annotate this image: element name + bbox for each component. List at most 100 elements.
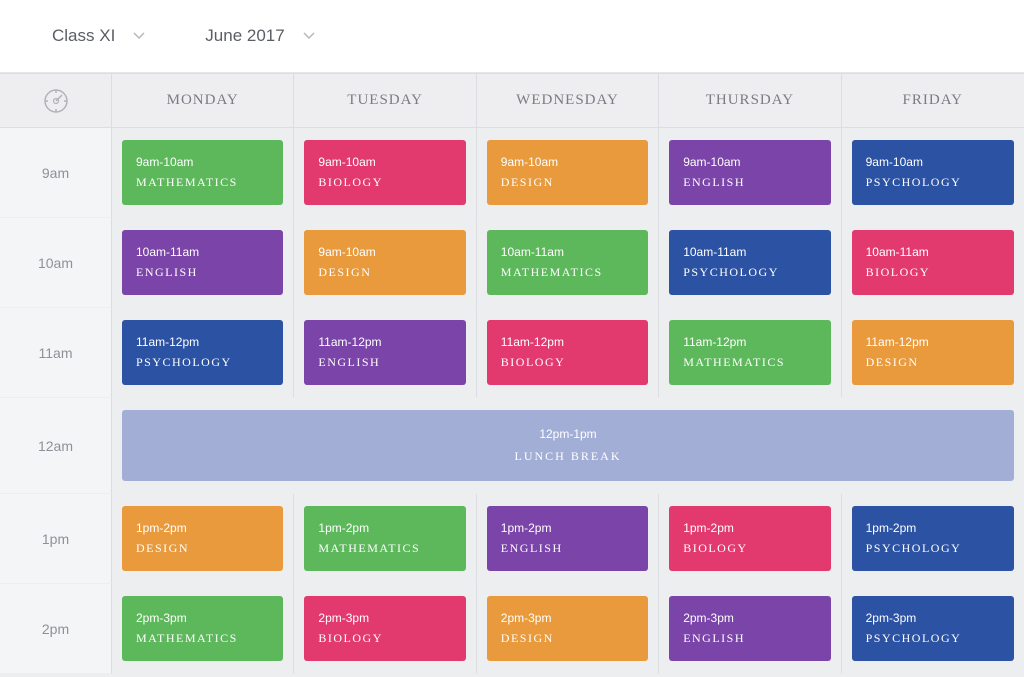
timetable-slot[interactable]: 9am-10am BIOLOGY bbox=[294, 128, 476, 218]
timetable-slot[interactable]: 11am-12pm PSYCHOLOGY bbox=[112, 308, 294, 398]
subject-card: 2pm-3pm BIOLOGY bbox=[304, 596, 465, 661]
timetable-slot[interactable]: 11am-12pmBIOLOGY bbox=[477, 308, 659, 398]
subject-card: 9am-10amDESIGN bbox=[304, 230, 465, 295]
slot-subject: ENGLISH bbox=[683, 631, 816, 646]
timetable-slot[interactable]: 1pm-2pmDESIGN bbox=[112, 494, 294, 584]
lunch-time: 12pm-1pm bbox=[539, 427, 596, 441]
subject-card: 1pm-2pmENGLISH bbox=[487, 506, 648, 571]
slot-time: 10am-11am bbox=[501, 245, 634, 259]
chevron-down-icon bbox=[133, 30, 145, 42]
slot-subject: ENGLISH bbox=[683, 175, 816, 190]
slot-time: 9am-10am bbox=[683, 155, 816, 169]
timetable-slot[interactable]: 2pm-3pm DESIGN bbox=[477, 584, 659, 674]
slot-subject: DESIGN bbox=[501, 631, 634, 646]
slot-time: 2pm-3pm bbox=[866, 611, 1000, 625]
timetable-slot[interactable]: 9am-10amPSYCHOLOGY bbox=[842, 128, 1024, 218]
timetable-slot[interactable]: 10am-11am ENGLISH bbox=[112, 218, 294, 308]
slot-time: 2pm-3pm bbox=[318, 611, 451, 625]
slot-time: 9am-10am bbox=[318, 155, 451, 169]
slot-subject: DESIGN bbox=[501, 175, 634, 190]
slot-time: 10am-11am bbox=[683, 245, 816, 259]
slot-time: 10am-11am bbox=[136, 245, 269, 259]
timetable-slot[interactable]: 1pm-2pm BIOLOGY bbox=[659, 494, 841, 584]
timetable-slot[interactable]: 11am-12pm MATHEMATICS bbox=[659, 308, 841, 398]
timetable-grid: MONDAYTUESDAYWEDNESDAYTHURSDAYFRIDAY9am9… bbox=[0, 73, 1024, 674]
slot-subject: BIOLOGY bbox=[866, 265, 1000, 280]
class-dropdown[interactable]: Class XI bbox=[52, 26, 145, 46]
chevron-down-icon bbox=[303, 30, 315, 42]
subject-card: 9am-10amPSYCHOLOGY bbox=[852, 140, 1014, 205]
lunch-slot[interactable]: 12pm-1pm LUNCH BREAK bbox=[112, 398, 1024, 494]
slot-time: 2pm-3pm bbox=[683, 611, 816, 625]
timetable-slot[interactable]: 1pm-2pmMATHEMATICS bbox=[294, 494, 476, 584]
slot-time: 9am-10am bbox=[318, 245, 451, 259]
subject-card: 1pm-2pm PSYCHOLOGY bbox=[852, 506, 1014, 571]
day-header: WEDNESDAY bbox=[477, 74, 659, 128]
timetable-slot[interactable]: 2pm-3pm PSYCHOLOGY bbox=[842, 584, 1024, 674]
lunch-label: LUNCH BREAK bbox=[514, 449, 621, 464]
slot-subject: PSYCHOLOGY bbox=[683, 265, 816, 280]
slot-subject: PSYCHOLOGY bbox=[866, 175, 1000, 190]
subject-card: 10am-11am BIOLOGY bbox=[852, 230, 1014, 295]
slot-subject: DESIGN bbox=[136, 541, 269, 556]
slot-time: 9am-10am bbox=[501, 155, 634, 169]
slot-subject: ENGLISH bbox=[318, 355, 451, 370]
compass-icon bbox=[0, 74, 112, 128]
slot-subject: MATHEMATICS bbox=[136, 175, 269, 190]
slot-time: 2pm-3pm bbox=[501, 611, 634, 625]
time-label: 2pm bbox=[0, 584, 112, 674]
timetable-slot[interactable]: 9am-10amMATHEMATICS bbox=[112, 128, 294, 218]
month-dropdown[interactable]: June 2017 bbox=[205, 26, 314, 46]
subject-card: 9am-10am BIOLOGY bbox=[304, 140, 465, 205]
slot-subject: ENGLISH bbox=[136, 265, 269, 280]
slot-subject: MATHEMATICS bbox=[683, 355, 816, 370]
slot-subject: PSYCHOLOGY bbox=[866, 631, 1000, 646]
slot-subject: BIOLOGY bbox=[318, 175, 451, 190]
month-dropdown-label: June 2017 bbox=[205, 26, 284, 46]
timetable-slot[interactable]: 1pm-2pm PSYCHOLOGY bbox=[842, 494, 1024, 584]
class-dropdown-label: Class XI bbox=[52, 26, 115, 46]
slot-time: 1pm-2pm bbox=[683, 521, 816, 535]
slot-time: 11am-12pm bbox=[683, 335, 816, 349]
slot-time: 2pm-3pm bbox=[136, 611, 269, 625]
slot-time: 11am-12pm bbox=[501, 335, 634, 349]
subject-card: 11am-12pm MATHEMATICS bbox=[669, 320, 830, 385]
lunch-card: 12pm-1pm LUNCH BREAK bbox=[122, 410, 1014, 481]
timetable-slot[interactable]: 9am-10am DESIGN bbox=[477, 128, 659, 218]
slot-subject: MATHEMATICS bbox=[318, 541, 451, 556]
slot-time: 1pm-2pm bbox=[866, 521, 1000, 535]
timetable-slot[interactable]: 11am-12pm ENGLISH bbox=[294, 308, 476, 398]
timetable-slot[interactable]: 2pm-3pm ENGLISH bbox=[659, 584, 841, 674]
time-label: 9am bbox=[0, 128, 112, 218]
slot-subject: MATHEMATICS bbox=[501, 265, 634, 280]
slot-time: 11am-12pm bbox=[318, 335, 451, 349]
subject-card: 11am-12pm ENGLISH bbox=[304, 320, 465, 385]
timetable-slot[interactable]: 9am-10amDESIGN bbox=[294, 218, 476, 308]
slot-subject: DESIGN bbox=[866, 355, 1000, 370]
timetable-slot[interactable]: 1pm-2pmENGLISH bbox=[477, 494, 659, 584]
slot-time: 10am-11am bbox=[866, 245, 1000, 259]
timetable-slot[interactable]: 10am-11am PSYCHOLOGY bbox=[659, 218, 841, 308]
timetable-slot[interactable]: 2pm-3pm BIOLOGY bbox=[294, 584, 476, 674]
timetable-slot[interactable]: 11am-12pmDESIGN bbox=[842, 308, 1024, 398]
time-label: 1pm bbox=[0, 494, 112, 584]
timetable-slot[interactable]: 10am-11am MATHEMATICS bbox=[477, 218, 659, 308]
timetable-slot[interactable]: 9am-10am ENGLISH bbox=[659, 128, 841, 218]
slot-subject: BIOLOGY bbox=[318, 631, 451, 646]
subject-card: 2pm-3pmMATHEMATICS bbox=[122, 596, 283, 661]
slot-subject: ENGLISH bbox=[501, 541, 634, 556]
slot-time: 11am-12pm bbox=[136, 335, 269, 349]
day-header: MONDAY bbox=[112, 74, 294, 128]
subject-card: 1pm-2pmDESIGN bbox=[122, 506, 283, 571]
subject-card: 1pm-2pm BIOLOGY bbox=[669, 506, 830, 571]
slot-subject: BIOLOGY bbox=[683, 541, 816, 556]
slot-subject: PSYCHOLOGY bbox=[866, 541, 1000, 556]
subject-card: 10am-11am ENGLISH bbox=[122, 230, 283, 295]
subject-card: 11am-12pmDESIGN bbox=[852, 320, 1014, 385]
timetable-slot[interactable]: 10am-11am BIOLOGY bbox=[842, 218, 1024, 308]
subject-card: 2pm-3pm ENGLISH bbox=[669, 596, 830, 661]
subject-card: 2pm-3pm DESIGN bbox=[487, 596, 648, 661]
timetable-slot[interactable]: 2pm-3pmMATHEMATICS bbox=[112, 584, 294, 674]
subject-card: 10am-11am PSYCHOLOGY bbox=[669, 230, 830, 295]
slot-subject: PSYCHOLOGY bbox=[136, 355, 269, 370]
